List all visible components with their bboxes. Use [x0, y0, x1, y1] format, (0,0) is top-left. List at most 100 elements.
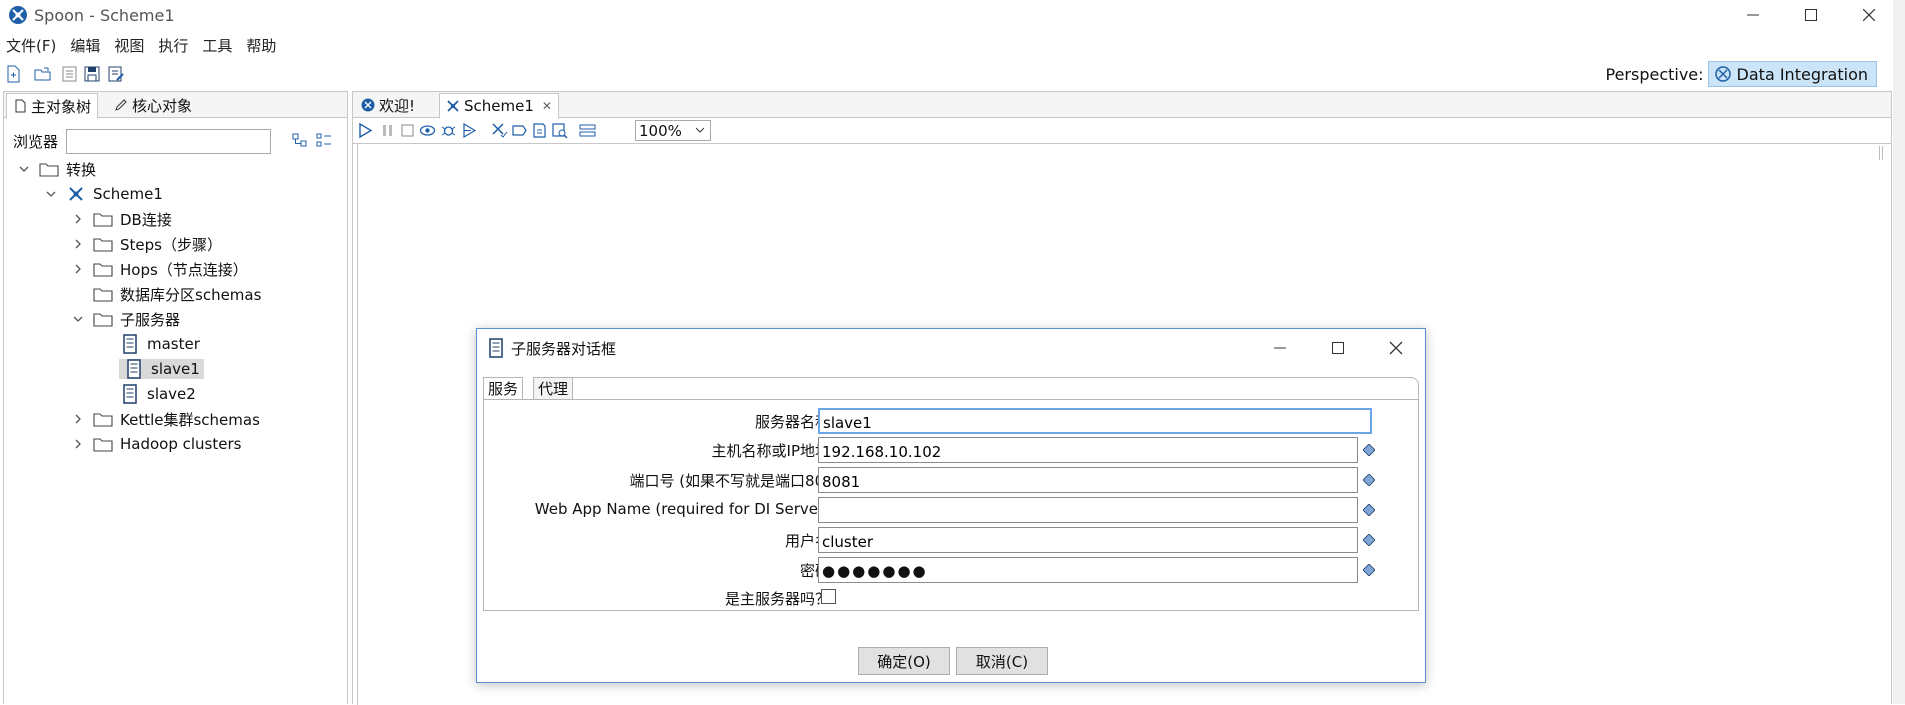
variable-icon[interactable]	[1363, 504, 1375, 516]
menu-tools[interactable]: 工具	[202, 35, 232, 56]
chevron-right-icon[interactable]	[70, 236, 86, 252]
explore-db-icon[interactable]	[551, 122, 568, 139]
stop-icon[interactable]	[399, 122, 416, 139]
maximize-icon	[1332, 342, 1344, 354]
tree-item-label: master	[147, 335, 200, 353]
left-panel-tabs: 主对象树 核心对象	[4, 92, 347, 119]
tab-scheme1[interactable]: Scheme1 ✕	[439, 93, 559, 119]
maximize-button[interactable]	[1782, 0, 1840, 30]
minimize-button[interactable]	[1724, 0, 1782, 30]
chevron-right-icon[interactable]	[70, 211, 86, 227]
zoom-select[interactable]: 100%	[635, 120, 711, 141]
password-input[interactable]: ●●●●●●●	[818, 557, 1358, 583]
tab-main-tree[interactable]: 主对象树	[6, 93, 99, 119]
impact-icon[interactable]	[511, 122, 528, 139]
chevron-right-icon[interactable]	[70, 436, 86, 452]
tree-item-label: Hops（节点连接）	[120, 260, 248, 279]
browser-search-input[interactable]	[66, 129, 272, 154]
chevron-right-icon[interactable]	[70, 411, 86, 427]
pause-icon[interactable]	[379, 122, 396, 139]
close-button[interactable]	[1840, 0, 1898, 30]
document-icon	[15, 99, 26, 113]
dialog-maximize-button[interactable]	[1313, 329, 1363, 367]
menu-run[interactable]: 执行	[158, 35, 188, 56]
menu-edit[interactable]: 编辑	[70, 35, 100, 56]
tree-item[interactable]: slave1	[97, 358, 204, 380]
tab-proxy-label: 代理	[538, 380, 569, 398]
tree-item-label: 转换	[66, 160, 97, 179]
folder-icon	[92, 285, 114, 303]
chevron-down-icon[interactable]	[70, 311, 86, 327]
tree-item[interactable]: slave2	[97, 383, 196, 405]
pencil-icon	[115, 99, 127, 111]
perspective-data-integration-button[interactable]: Data Integration	[1707, 61, 1877, 87]
spoon-logo-icon	[361, 98, 375, 112]
variable-icon[interactable]	[1363, 474, 1375, 486]
webapp-input[interactable]	[818, 497, 1358, 523]
menu-file[interactable]: 文件(F)	[6, 35, 56, 56]
expand-all-icon[interactable]	[292, 132, 308, 148]
tree-item[interactable]: DB连接	[70, 208, 172, 230]
open-file-icon[interactable]	[34, 65, 52, 83]
save-as-icon[interactable]	[107, 65, 125, 83]
collapse-all-icon[interactable]	[316, 132, 332, 148]
hostname-label: 主机名称或IP地址	[711, 442, 830, 460]
preview-icon[interactable]	[419, 122, 436, 139]
explore-repository-icon[interactable]	[61, 65, 79, 83]
canvas-scrollbar-thumb[interactable]	[1879, 146, 1883, 160]
chevron-down-icon[interactable]	[43, 186, 59, 202]
window-scrollbar[interactable]	[1893, 0, 1905, 704]
tree-item[interactable]: 转换	[16, 158, 96, 180]
username-input[interactable]	[818, 527, 1358, 553]
sql-icon[interactable]	[531, 122, 548, 139]
is-master-checkbox[interactable]	[821, 589, 836, 604]
variable-icon[interactable]	[1363, 444, 1375, 456]
replay-icon[interactable]	[461, 122, 478, 139]
dialog-close-button[interactable]	[1371, 329, 1421, 367]
browser-search-row: 浏览器	[13, 129, 272, 154]
run-icon[interactable]	[357, 122, 374, 139]
variable-icon[interactable]	[1363, 534, 1375, 546]
verify-icon[interactable]	[491, 122, 508, 139]
window-title: Spoon - Scheme1	[34, 5, 175, 25]
show-results-icon[interactable]	[579, 122, 596, 139]
dialog-minimize-button[interactable]	[1255, 329, 1305, 367]
variable-icon[interactable]	[1363, 564, 1375, 576]
tree-item[interactable]: Kettle集群schemas	[70, 408, 260, 430]
tree-item[interactable]: Hops（节点连接）	[70, 258, 248, 280]
tree-item[interactable]: 子服务器	[70, 308, 180, 330]
tab-close-icon[interactable]: ✕	[542, 99, 552, 113]
tree-item[interactable]: 数据库分区schemas	[70, 283, 261, 305]
menu-help[interactable]: 帮助	[246, 35, 276, 56]
menu-bar: 文件(F) 编辑 视图 执行 工具 帮助	[0, 32, 290, 58]
tree-item[interactable]: master	[97, 333, 200, 355]
server-name-input[interactable]	[818, 408, 1372, 434]
tree-item-label: 数据库分区schemas	[120, 285, 262, 304]
dialog-buttons: 确定(O) 取消(C)	[477, 647, 1425, 677]
tree-item-label: Kettle集群schemas	[120, 410, 260, 429]
chevron-right-icon[interactable]	[70, 261, 86, 277]
new-file-icon[interactable]	[4, 65, 22, 83]
close-icon	[1389, 341, 1403, 355]
debug-icon[interactable]	[440, 122, 457, 139]
webapp-label: Web App Name (required for DI Server)	[534, 500, 830, 518]
tree-item-label: slave1	[151, 360, 200, 378]
tree-item[interactable]: Hadoop clusters	[70, 433, 241, 455]
webapp-row: Web App Name (required for DI Server)	[484, 497, 1420, 523]
tab-proxy[interactable]: 代理	[533, 377, 574, 399]
ok-button[interactable]: 确定(O)	[858, 647, 950, 675]
tab-core-objects[interactable]: 核心对象	[108, 93, 198, 117]
tree-item[interactable]: Scheme1	[43, 183, 163, 205]
hostname-input[interactable]	[818, 437, 1358, 463]
transformation-icon	[65, 185, 87, 203]
port-input[interactable]	[818, 467, 1358, 493]
cancel-button[interactable]: 取消(C)	[956, 647, 1048, 675]
tab-welcome[interactable]: 欢迎!	[355, 93, 421, 117]
tree-item[interactable]: Steps（步骤）	[70, 233, 222, 255]
left-panel: 主对象树 核心对象 浏览器 转换 Scheme1 DB连接 Steps（步骤） Hops…	[3, 91, 348, 704]
chevron-down-icon[interactable]	[16, 161, 32, 177]
tab-service[interactable]: 服务	[483, 377, 524, 399]
menu-view[interactable]: 视图	[114, 35, 144, 56]
save-icon[interactable]	[83, 65, 101, 83]
browser-label: 浏览器	[13, 133, 59, 151]
